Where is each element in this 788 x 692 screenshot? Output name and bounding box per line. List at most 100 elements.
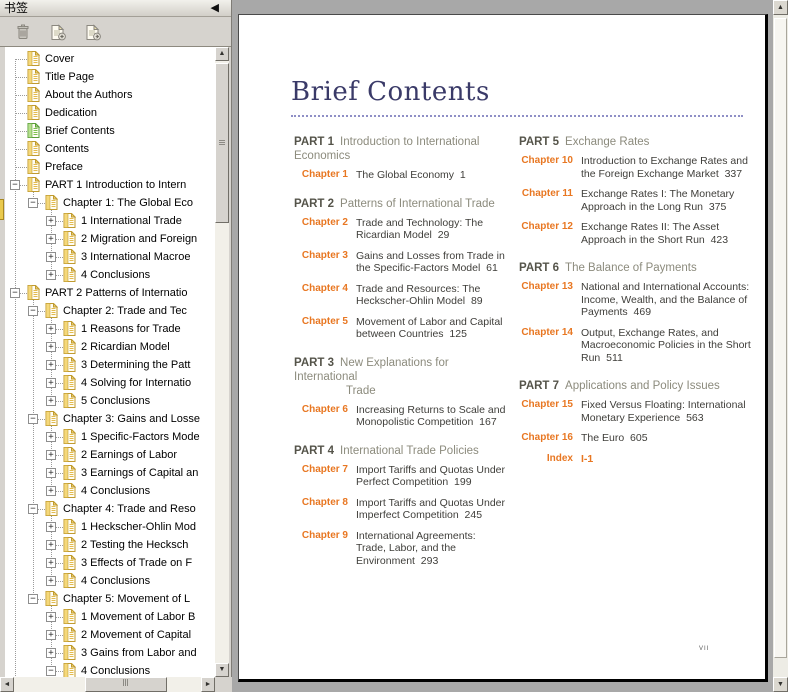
expand-node-icon[interactable]: + — [46, 360, 56, 370]
bookmark-sub-item[interactable]: + 2 Movement of Capital — [5, 626, 215, 644]
expand-node-icon[interactable]: + — [46, 216, 56, 226]
expand-node-icon[interactable]: + — [46, 234, 56, 244]
toc-chapter-entry[interactable]: Index I-1 — [519, 453, 753, 466]
panel-scroll-down-icon[interactable]: ▼ — [215, 663, 229, 677]
bookmark-label[interactable]: 1 Heckscher-Ohlin Mod — [81, 518, 196, 536]
bookmark-item[interactable]: Cover — [5, 50, 215, 68]
toc-chapter-entry[interactable]: Chapter 15 Fixed Versus Floating: Intern… — [519, 399, 753, 424]
toc-chapter-entry[interactable]: Chapter 2 Trade and Technology: The Rica… — [294, 217, 508, 242]
bookmark-label[interactable]: Dedication — [45, 104, 97, 122]
bookmark-sub-item[interactable]: + 3 Effects of Trade on F — [5, 554, 215, 572]
expand-node-icon[interactable]: + — [46, 450, 56, 460]
collapse-node-icon[interactable]: − — [10, 180, 20, 190]
bookmark-label[interactable]: 3 Gains from Labor and — [81, 644, 197, 662]
add-bookmark-button[interactable] — [46, 21, 70, 43]
panel-scroll-right-icon[interactable]: ► — [201, 677, 215, 692]
toc-chapter-entry[interactable]: Chapter 8 Import Tariffs and Quotas Unde… — [294, 497, 508, 522]
toc-chapter-entry[interactable]: Chapter 11 Exchange Rates I: The Monetar… — [519, 188, 753, 213]
bookmark-label[interactable]: 2 Ricardian Model — [81, 338, 170, 356]
bookmark-sub-item[interactable]: + 5 Conclusions — [5, 392, 215, 410]
bookmark-sub-item[interactable]: + 1 Heckscher-Ohlin Mod — [5, 518, 215, 536]
bookmark-label[interactable]: 2 Earnings of Labor — [81, 446, 177, 464]
bookmark-sub-item[interactable]: + 1 Movement of Labor B — [5, 608, 215, 626]
bookmark-label[interactable]: 2 Movement of Capital — [81, 626, 191, 644]
bookmark-label[interactable]: 2 Migration and Foreign — [81, 230, 197, 248]
document-scroll-down-icon[interactable]: ▼ — [773, 677, 788, 692]
toc-chapter-entry[interactable]: Chapter 1 The Global Economy 1 — [294, 169, 508, 182]
bookmark-sub-item[interactable]: + 4 Solving for Internatio — [5, 374, 215, 392]
collapse-node-icon[interactable]: − — [28, 414, 38, 424]
bookmark-label[interactable]: 3 Determining the Patt — [81, 356, 190, 374]
bookmark-item[interactable]: Preface — [5, 158, 215, 176]
bookmark-item[interactable]: Dedication — [5, 104, 215, 122]
expand-node-icon[interactable]: + — [46, 612, 56, 622]
expand-node-icon[interactable]: + — [46, 432, 56, 442]
bookmark-item[interactable]: Title Page — [5, 68, 215, 86]
bookmark-item[interactable]: About the Authors — [5, 86, 215, 104]
bookmark-sub-item[interactable]: + 2 Testing the Hecksch — [5, 536, 215, 554]
bookmark-sub-item[interactable]: + 3 International Macroe — [5, 248, 215, 266]
bookmark-sub-item[interactable]: + 3 Gains from Labor and — [5, 644, 215, 662]
collapse-node-icon[interactable]: − — [28, 198, 38, 208]
toc-chapter-entry[interactable]: Chapter 12 Exchange Rates II: The Asset … — [519, 221, 753, 246]
bookmark-label[interactable]: Brief Contents — [45, 122, 115, 140]
expand-node-icon[interactable]: + — [46, 324, 56, 334]
bookmark-label[interactable]: Cover — [45, 50, 74, 68]
expand-node-icon[interactable]: + — [46, 378, 56, 388]
bookmark-sub-item[interactable]: + 2 Earnings of Labor — [5, 446, 215, 464]
bookmark-label[interactable]: 4 Conclusions — [81, 572, 150, 590]
panel-horizontal-scrollbar[interactable]: ◄ ► — [0, 677, 215, 692]
document-scroll-up-icon[interactable]: ▲ — [773, 0, 788, 15]
bookmark-label[interactable]: Title Page — [45, 68, 94, 86]
bookmark-sub-item[interactable]: + 3 Earnings of Capital an — [5, 464, 215, 482]
bookmark-sub-item[interactable]: + 2 Migration and Foreign — [5, 230, 215, 248]
collapse-node-icon[interactable]: − — [28, 306, 38, 316]
bookmark-label[interactable]: Chapter 2: Trade and Tec — [63, 302, 187, 320]
bookmark-label[interactable]: 1 Reasons for Trade — [81, 320, 181, 338]
toc-chapter-entry[interactable]: Chapter 5 Movement of Labor and Capital … — [294, 316, 508, 341]
toc-chapter-entry[interactable]: Chapter 6 Increasing Returns to Scale an… — [294, 404, 508, 429]
bookmark-sub-item[interactable]: + 4 Conclusions — [5, 266, 215, 284]
bookmark-sub-item[interactable]: + 2 Ricardian Model — [5, 338, 215, 356]
toc-chapter-entry[interactable]: Chapter 7 Import Tariffs and Quotas Unde… — [294, 464, 508, 489]
bookmark-sub-item[interactable]: + 4 Conclusions — [5, 572, 215, 590]
bookmark-label[interactable]: Preface — [45, 158, 83, 176]
expand-node-icon[interactable]: + — [46, 396, 56, 406]
bookmark-label[interactable]: 4 Conclusions — [81, 662, 150, 677]
bookmark-label[interactable]: 3 Effects of Trade on F — [81, 554, 192, 572]
bookmark-label[interactable]: Chapter 5: Movement of L — [63, 590, 190, 608]
toc-chapter-entry[interactable]: Chapter 3 Gains and Losses from Trade in… — [294, 250, 508, 275]
panel-vertical-scrollbar[interactable]: ▲ ▼ — [215, 47, 229, 677]
collapse-node-icon[interactable]: − — [46, 666, 56, 676]
expand-node-icon[interactable]: + — [46, 522, 56, 532]
bookmark-sub-item[interactable]: + 4 Conclusions — [5, 482, 215, 500]
bookmark-sub-item[interactable]: − Chapter 5: Movement of L — [5, 590, 215, 608]
expand-node-icon[interactable]: + — [46, 558, 56, 568]
bookmark-item[interactable]: Brief Contents — [5, 122, 215, 140]
bookmark-label[interactable]: About the Authors — [45, 86, 132, 104]
bookmark-label[interactable]: 1 Movement of Labor B — [81, 608, 195, 626]
panel-scroll-up-icon[interactable]: ▲ — [215, 47, 229, 61]
bookmark-label[interactable]: 1 International Trade — [81, 212, 182, 230]
bookmark-label[interactable]: 3 International Macroe — [81, 248, 190, 266]
collapse-panel-icon[interactable]: ◀ — [211, 2, 219, 15]
expand-node-icon[interactable]: + — [46, 252, 56, 262]
collapse-node-icon[interactable]: − — [10, 288, 20, 298]
bookmark-label[interactable]: 4 Conclusions — [81, 266, 150, 284]
bookmark-sub-item[interactable]: − Chapter 3: Gains and Losse — [5, 410, 215, 428]
bookmark-sub-item[interactable]: − Chapter 4: Trade and Reso — [5, 500, 215, 518]
bookmark-label[interactable]: 5 Conclusions — [81, 392, 150, 410]
toc-chapter-entry[interactable]: Chapter 10 Introduction to Exchange Rate… — [519, 155, 753, 180]
expand-node-icon[interactable]: + — [46, 648, 56, 658]
collapse-node-icon[interactable]: − — [28, 594, 38, 604]
panel-hscroll-thumb[interactable] — [85, 677, 167, 692]
expand-node-icon[interactable]: + — [46, 468, 56, 478]
document-vertical-scrollbar[interactable]: ▲ ▼ — [773, 0, 788, 692]
bookmark-sub-item[interactable]: − Chapter 2: Trade and Tec — [5, 302, 215, 320]
toc-chapter-entry[interactable]: Chapter 13 National and International Ac… — [519, 281, 753, 319]
bookmark-label[interactable]: PART 2 Patterns of Internatio — [45, 284, 187, 302]
delete-bookmark-button[interactable] — [11, 21, 35, 43]
toc-chapter-entry[interactable]: Chapter 9 International Agreements: Trad… — [294, 530, 508, 568]
bookmark-label[interactable]: 3 Earnings of Capital an — [81, 464, 198, 482]
bookmark-label[interactable]: Chapter 3: Gains and Losse — [63, 410, 200, 428]
